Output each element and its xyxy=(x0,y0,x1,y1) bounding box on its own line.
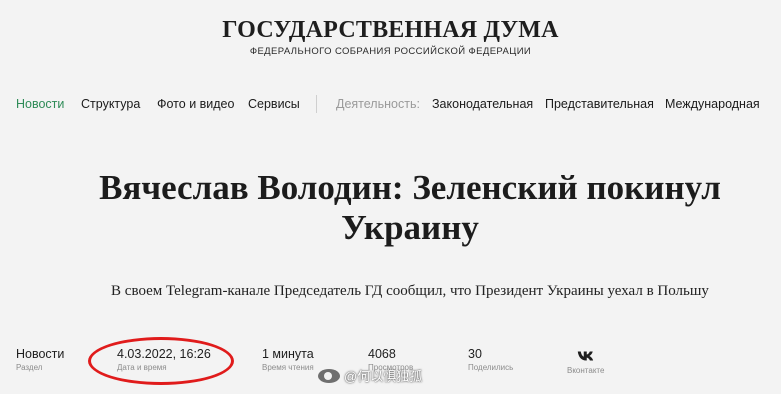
nav-item-legislative[interactable]: Законодательная xyxy=(432,97,533,111)
meta-read-time-label: Время чтения xyxy=(262,363,314,372)
share-vk-label: Вконтакте xyxy=(567,366,605,375)
nav-item-photo-video[interactable]: Фото и видео xyxy=(157,97,234,111)
meta-views-value: 4068 xyxy=(368,347,396,361)
nav-activity-label: Деятельность: xyxy=(336,97,420,111)
main-nav: Новости Структура Фото и видео Сервисы Д… xyxy=(16,95,765,113)
site-header: ГОСУДАРСТВЕННАЯ ДУМА ФЕДЕРАЛЬНОГО СОБРАН… xyxy=(0,16,781,57)
meta-section-label: Раздел xyxy=(16,363,43,372)
site-logo-subtitle: ФЕДЕРАЛЬНОГО СОБРАНИЯ РОССИЙСКОЙ ФЕДЕРАЦ… xyxy=(249,46,532,57)
meta-section[interactable]: Новости Раздел xyxy=(16,347,64,372)
article-headline: Вячеслав Володин: Зеленский покинул Укра… xyxy=(60,168,760,248)
meta-shares-value: 30 xyxy=(468,347,482,361)
nav-item-services[interactable]: Сервисы xyxy=(248,97,300,111)
headline-line-1: Вячеслав Володин: Зеленский покинул xyxy=(99,168,721,207)
page: ГОСУДАРСТВЕННАЯ ДУМА ФЕДЕРАЛЬНОГО СОБРАН… xyxy=(0,0,781,394)
vk-icon xyxy=(577,351,593,361)
meta-section-value[interactable]: Новости xyxy=(16,347,64,362)
nav-item-news[interactable]: Новости xyxy=(16,97,64,111)
highlight-circle xyxy=(88,337,234,385)
weibo-logo-icon xyxy=(318,368,340,383)
article-lead: В своем Telegram-канале Председатель ГД … xyxy=(111,283,709,299)
watermark-text: @何以惧独孤 xyxy=(344,369,423,384)
nav-item-representative[interactable]: Представительная xyxy=(545,97,654,111)
meta-shares: 30 Поделились xyxy=(468,347,513,372)
nav-item-international[interactable]: Международная xyxy=(665,97,760,111)
watermark: @何以惧独孤 xyxy=(318,366,422,385)
headline-line-2: Украину xyxy=(341,208,479,247)
site-logo-title[interactable]: ГОСУДАРСТВЕННАЯ ДУМА xyxy=(0,16,781,44)
meta-read-time: 1 минута Время чтения xyxy=(262,347,314,372)
share-vk-button[interactable]: Вконтакте xyxy=(567,350,604,375)
meta-read-time-value: 1 минута xyxy=(262,347,314,361)
meta-shares-label: Поделились xyxy=(468,363,514,372)
nav-divider xyxy=(316,95,317,113)
nav-item-structure[interactable]: Структура xyxy=(81,97,140,111)
